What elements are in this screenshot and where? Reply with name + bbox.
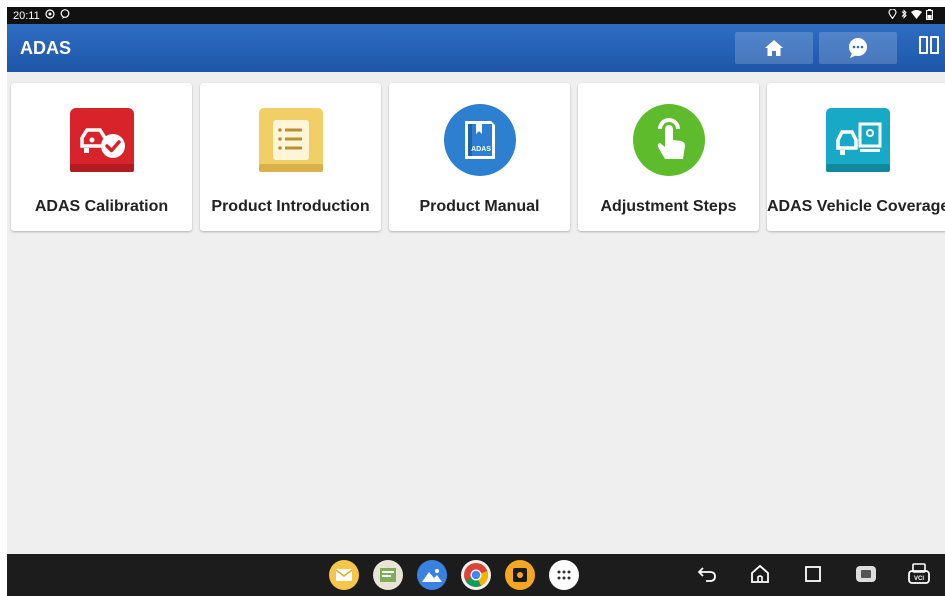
tile-label: Product Manual	[419, 198, 540, 215]
tile-adas-calibration[interactable]: ADAS Calibration	[11, 83, 192, 231]
page-title: ADAS	[20, 37, 72, 58]
diagnostic-app-icon[interactable]	[505, 560, 535, 590]
document-list-icon	[258, 108, 323, 172]
window-split-icon[interactable]	[919, 36, 945, 60]
back-icon[interactable]	[695, 562, 719, 586]
status-bar: 20:11	[7, 7, 945, 24]
tile-product-manual[interactable]: ADAS Product Manual	[389, 83, 570, 231]
nav-keys: VCI	[695, 562, 931, 586]
chrome-app-icon[interactable]	[461, 560, 491, 590]
home-icon	[765, 40, 783, 56]
function-grid: ADAS Calibration Product Introduction AD…	[11, 83, 945, 233]
message-status-icon	[60, 9, 70, 22]
app-dock	[329, 560, 579, 590]
tile-label: Adjustment Steps	[600, 198, 737, 215]
email-app-icon[interactable]	[329, 560, 359, 590]
notes-app-icon[interactable]	[373, 560, 403, 590]
svg-text:VCI: VCI	[914, 576, 924, 582]
chat-button[interactable]	[819, 32, 897, 64]
tile-label: ADAS Calibration	[34, 198, 169, 215]
wifi-icon	[911, 9, 922, 22]
home-nav-icon[interactable]	[748, 562, 772, 586]
vehicle-coverage-icon	[825, 108, 890, 172]
home-button[interactable]	[735, 32, 813, 64]
gallery-app-icon[interactable]	[417, 560, 447, 590]
tile-label: ADAS Vehicle Coverage	[767, 198, 945, 215]
system-navbar: VCI	[7, 554, 945, 596]
touch-hand-icon	[632, 103, 706, 177]
location-icon	[888, 8, 897, 22]
chat-icon	[849, 38, 867, 58]
screen: 20:11 ADAS ADAS Calibration Product Intr…	[7, 7, 945, 596]
status-time: 20:11	[13, 9, 40, 22]
app-header: ADAS	[7, 24, 945, 72]
bluetooth-icon	[901, 9, 907, 22]
screenshot-icon[interactable]	[854, 562, 878, 586]
settings-status-icon	[45, 9, 55, 22]
svg-text:ADAS: ADAS	[471, 146, 491, 153]
vci-icon[interactable]: VCI	[907, 562, 931, 586]
tile-label: Product Introduction	[211, 198, 370, 215]
recents-icon[interactable]	[801, 562, 825, 586]
adas-calibration-icon	[69, 108, 134, 172]
tile-product-introduction[interactable]: Product Introduction	[200, 83, 381, 231]
tile-adas-vehicle-coverage[interactable]: ADAS Vehicle Coverage	[767, 83, 945, 231]
app-drawer-icon[interactable]	[549, 560, 579, 590]
manual-book-icon: ADAS	[443, 103, 517, 177]
battery-icon	[926, 8, 933, 23]
tile-adjustment-steps[interactable]: Adjustment Steps	[578, 83, 759, 231]
